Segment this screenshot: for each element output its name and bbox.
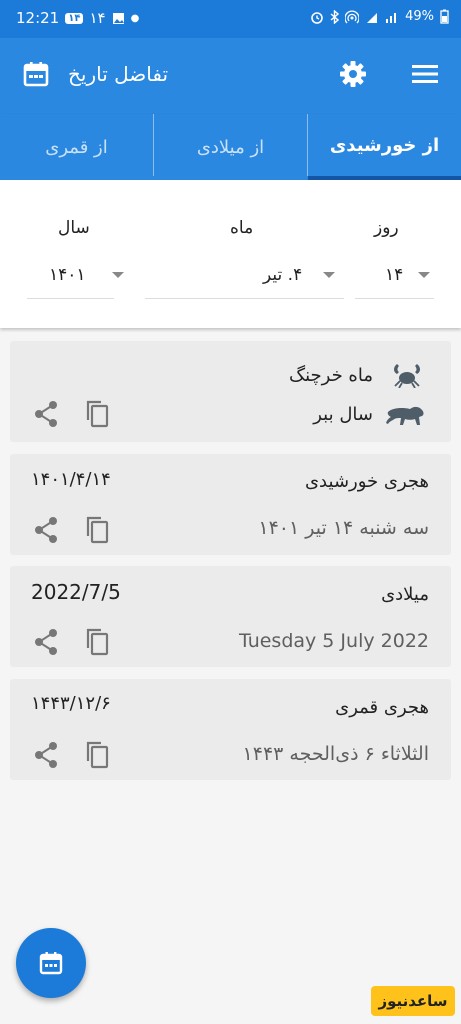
tab-label: از میلادی <box>196 136 265 158</box>
share-icon <box>35 401 57 427</box>
year-value: ۱۴۰۱ <box>49 265 86 285</box>
month-select[interactable]: ۴. تیر <box>145 252 344 299</box>
settings-button[interactable] <box>334 55 372 93</box>
card-title: هجری خورشیدی <box>304 471 429 492</box>
chevron-down-icon <box>112 272 124 278</box>
share-button[interactable] <box>30 626 62 658</box>
crab-icon <box>394 364 420 388</box>
month-value: ۴. تیر <box>263 265 303 285</box>
copy-button[interactable] <box>82 512 112 548</box>
card-title: هجری قمری <box>335 697 429 718</box>
calendar-icon <box>23 62 49 87</box>
copy-icon <box>86 516 109 544</box>
year-label: سال <box>58 218 90 238</box>
battery-icon <box>440 9 449 24</box>
card-long-date: سه شنبه ۱۴ تیر ۱۴۰۱ <box>258 517 429 539</box>
tab-label: از خورشیدی <box>329 134 440 156</box>
zodiac-card: ماه خرچنگ سال ببر <box>10 341 451 442</box>
tab-from-gregorian[interactable]: از میلادی <box>154 114 307 180</box>
tab-label: از قمری <box>45 136 108 158</box>
share-button[interactable] <box>30 398 62 430</box>
alarm-icon <box>311 11 323 24</box>
app-bar: تفاضل تاریخ <box>0 38 461 114</box>
date-card-lunar: هجری قمری ۱۴۴۳/۱۲/۶ الثلاثاء ۶ ذی‌الحجه … <box>10 679 451 780</box>
copy-icon <box>86 628 109 656</box>
copy-icon <box>86 741 109 769</box>
card-title: میلادی <box>381 584 429 605</box>
settings-icon <box>340 61 366 87</box>
dot-icon: ● <box>130 12 140 24</box>
chevron-down-icon <box>323 272 335 278</box>
day-value: ۱۴ <box>385 265 404 285</box>
card-short-date: ۱۴۰۱/۴/۱۴ <box>31 469 111 490</box>
copy-button[interactable] <box>82 737 112 773</box>
tab-from-solar[interactable]: از خورشیدی <box>308 114 461 180</box>
hotspot-icon <box>345 10 360 23</box>
page-title: تفاضل تاریخ <box>68 62 169 86</box>
calendar-fab[interactable] <box>16 928 86 998</box>
signal-icon <box>386 12 397 23</box>
menu-icon <box>412 65 438 83</box>
share-icon <box>35 742 57 768</box>
watermark-logo: ساعدنیوز <box>371 986 455 1016</box>
signal-4g-icon <box>367 12 378 23</box>
month-label: ماه <box>230 218 254 238</box>
status-bar: 12:21 ۱۴ ۱۴ ● 49% <box>0 0 461 38</box>
day-select[interactable]: ۱۴ <box>355 252 434 299</box>
copy-icon <box>86 400 109 428</box>
copy-button[interactable] <box>82 624 112 660</box>
card-short-date: 2022/7/5 <box>31 580 121 604</box>
copy-button[interactable] <box>82 396 112 432</box>
card-long-date: Tuesday 5 July 2022 <box>238 630 429 652</box>
share-icon <box>35 517 57 543</box>
tab-from-gregorian-lunar[interactable]: از قمری <box>0 114 153 180</box>
share-icon <box>35 629 57 655</box>
notification-badge: ۱۴ <box>65 12 84 24</box>
zodiac-year-text: سال ببر <box>313 404 373 425</box>
zodiac-month-text: ماه خرچنگ <box>288 365 373 386</box>
status-time: 12:21 <box>16 9 60 27</box>
bluetooth-icon <box>330 9 340 24</box>
tab-bar: از قمری از میلادی از خورشیدی <box>0 114 461 180</box>
calendar-button[interactable] <box>18 56 54 92</box>
date-card-gregorian: میلادی 2022/7/5 Tuesday 5 July 2022 <box>10 566 451 667</box>
tiger-icon <box>386 406 424 425</box>
year-select[interactable]: ۱۴۰۱ <box>27 252 124 299</box>
calendar-icon <box>39 952 63 975</box>
notification-count: ۱۴ <box>89 9 106 27</box>
menu-button[interactable] <box>406 56 444 92</box>
chevron-down-icon <box>418 272 430 278</box>
card-short-date: ۱۴۴۳/۱۲/۶ <box>31 693 111 714</box>
card-long-date: الثلاثاء ۶ ذی‌الحجه ۱۴۴۳ <box>242 743 429 765</box>
share-button[interactable] <box>30 514 62 546</box>
share-button[interactable] <box>30 739 62 771</box>
date-card-solar: هجری خورشیدی ۱۴۰۱/۴/۱۴ سه شنبه ۱۴ تیر ۱۴… <box>10 454 451 555</box>
day-label: روز <box>374 218 399 238</box>
battery-percent: 49% <box>405 9 434 24</box>
gallery-icon <box>112 12 124 24</box>
watermark-text: ساعدنیوز <box>378 992 448 1010</box>
